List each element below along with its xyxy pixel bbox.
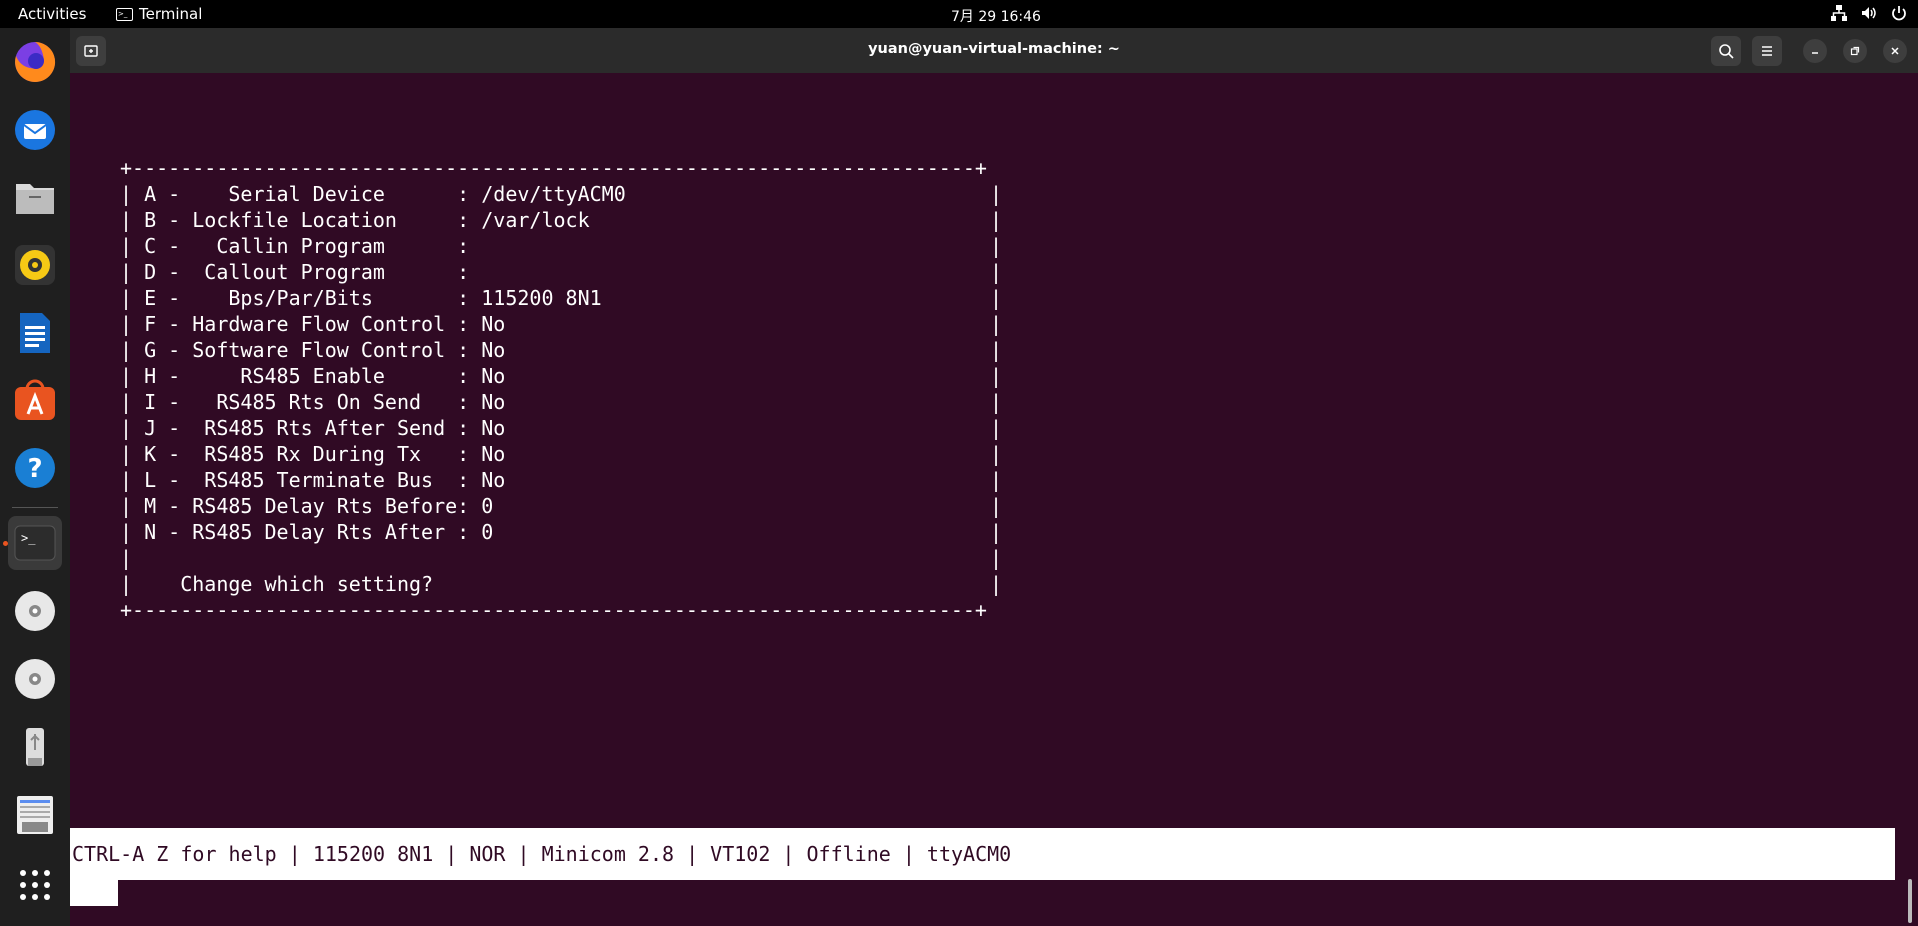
- setting-row[interactable]: | D - Callout Program :: [120, 260, 481, 284]
- setting-row[interactable]: | L - RS485 Terminate Bus : No: [120, 468, 505, 492]
- setting-row[interactable]: | E - Bps/Par/Bits : 115200 8N1: [120, 286, 602, 310]
- hamburger-menu-icon: [1762, 46, 1772, 56]
- box-empty-row: |: [120, 546, 133, 570]
- setting-row[interactable]: | I - RS485 Rts On Send : No: [120, 390, 505, 414]
- terminal-icon[interactable]: >_: [8, 516, 62, 570]
- setting-row[interactable]: | M - RS485 Delay Rts Before: 0: [120, 494, 493, 518]
- setting-row[interactable]: | B - Lockfile Location : /var/lock: [120, 208, 590, 232]
- writer-icon[interactable]: [8, 306, 62, 360]
- dvd-icon[interactable]: [8, 584, 62, 638]
- svg-text:>_: >_: [21, 531, 36, 545]
- minicom-status-bar: CTRL-A Z for help | 115200 8N1 | NOR | M…: [70, 828, 1895, 880]
- power-icon[interactable]: [1890, 4, 1908, 22]
- setting-row[interactable]: | N - RS485 Delay Rts After : 0: [120, 520, 493, 544]
- restore-button[interactable]: [1843, 39, 1867, 63]
- clock[interactable]: 7月 29 16:46: [951, 6, 1041, 26]
- network-icon[interactable]: [1830, 4, 1848, 22]
- text-cursor: [70, 880, 118, 906]
- dock: ? >_: [0, 28, 70, 926]
- setting-row[interactable]: | C - Callin Program :: [120, 234, 481, 258]
- setting-row[interactable]: | F - Hardware Flow Control : No: [120, 312, 505, 336]
- usb-drive-icon[interactable]: [8, 720, 62, 774]
- prompt-row: | Change which setting?: [120, 572, 434, 596]
- setting-row[interactable]: | A - Serial Device : /dev/ttyACM0: [120, 182, 626, 206]
- minicom-config-screen: +---------------------------------------…: [120, 155, 987, 623]
- setting-row[interactable]: | H - RS485 Enable : No: [120, 364, 505, 388]
- app-menu[interactable]: >_ Terminal: [116, 5, 202, 23]
- app-center-icon[interactable]: [8, 373, 62, 427]
- minimize-icon: [1812, 52, 1818, 54]
- window-titlebar: yuan@yuan-virtual-machine: ~: [70, 28, 1918, 73]
- show-apps-icon[interactable]: [8, 858, 62, 912]
- restore-icon: [1850, 46, 1860, 56]
- dock-separator: [12, 507, 58, 508]
- firefox-icon[interactable]: [8, 35, 62, 89]
- help-icon[interactable]: ?: [8, 441, 62, 495]
- trash-icon[interactable]: [8, 788, 62, 842]
- setting-row[interactable]: | G - Software Flow Control : No: [120, 338, 505, 362]
- dvd-icon[interactable]: [8, 652, 62, 706]
- activities-button[interactable]: Activities: [18, 5, 86, 23]
- svg-text:?: ?: [27, 454, 42, 484]
- setting-row[interactable]: | J - RS485 Rts After Send : No: [120, 416, 505, 440]
- terminal-area[interactable]: +---------------------------------------…: [70, 73, 1918, 926]
- top-bar: Activities >_ Terminal 7月 29 16:46: [0, 0, 1918, 28]
- status-line: CTRL-A Z for help | 115200 8N1 | NOR | M…: [72, 842, 1012, 866]
- minimize-button[interactable]: [1803, 39, 1827, 63]
- setting-row[interactable]: | K - RS485 Rx During Tx : No: [120, 442, 505, 466]
- window-title: yuan@yuan-virtual-machine: ~: [868, 41, 1120, 57]
- search-button[interactable]: [1711, 36, 1741, 66]
- volume-icon[interactable]: [1860, 4, 1878, 22]
- system-tray[interactable]: [1830, 4, 1908, 22]
- files-icon[interactable]: [8, 170, 62, 224]
- scrollbar[interactable]: [1908, 879, 1912, 923]
- box-right-border: | | | | | | | | | | | | | | | |: [990, 182, 1003, 596]
- terminal-icon: >_: [116, 7, 133, 21]
- thunderbird-icon[interactable]: [8, 103, 62, 157]
- app-name: Terminal: [139, 5, 203, 23]
- close-button[interactable]: [1883, 39, 1907, 63]
- prompt-text: Change which setting?: [180, 572, 434, 596]
- rhythmbox-icon[interactable]: [8, 238, 62, 292]
- box-border-top: +---------------------------------------…: [120, 156, 987, 180]
- close-icon: [1891, 47, 1899, 55]
- search-icon: [1719, 44, 1734, 59]
- box-border-bottom: +---------------------------------------…: [120, 598, 987, 622]
- menu-button[interactable]: [1752, 36, 1782, 66]
